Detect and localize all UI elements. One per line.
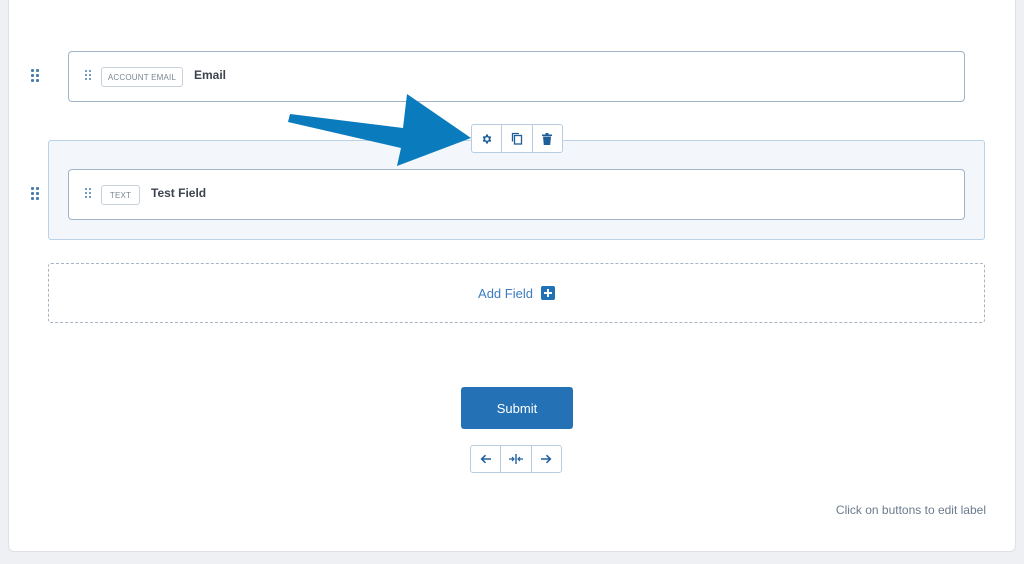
align-left-button[interactable] [471, 446, 502, 472]
field-label[interactable]: Email [194, 68, 226, 82]
field-drag-handle-icon[interactable] [85, 188, 95, 202]
field-email[interactable]: ACCOUNT EMAIL Email [68, 51, 965, 102]
field-drag-handle-icon[interactable] [85, 70, 95, 84]
align-center-button[interactable] [501, 446, 532, 472]
align-right-button[interactable] [532, 446, 561, 472]
duplicate-button[interactable] [502, 125, 533, 152]
submit-button[interactable]: Submit [461, 387, 573, 429]
add-field-label: Add Field [478, 285, 533, 301]
button-alignment-group [470, 445, 562, 473]
row-drag-handle-icon[interactable] [31, 69, 41, 83]
annotation-arrow-icon [288, 94, 471, 166]
arrow-right-icon [541, 454, 552, 464]
field-label[interactable]: Test Field [151, 186, 206, 200]
copy-icon [511, 132, 523, 145]
field-test-field[interactable]: TEXT Test Field [68, 169, 965, 220]
trash-icon [542, 132, 553, 145]
field-type-tag: ACCOUNT EMAIL [101, 67, 183, 87]
delete-button[interactable] [533, 125, 562, 152]
align-center-icon [508, 454, 523, 464]
plus-icon [540, 286, 555, 300]
field-type-tag: TEXT [101, 185, 140, 205]
hint-text: Click on buttons to edit label [835, 503, 986, 517]
row-drag-handle-icon[interactable] [31, 187, 41, 201]
add-field-button[interactable]: Add Field [48, 263, 985, 323]
arrow-left-icon [480, 454, 491, 464]
